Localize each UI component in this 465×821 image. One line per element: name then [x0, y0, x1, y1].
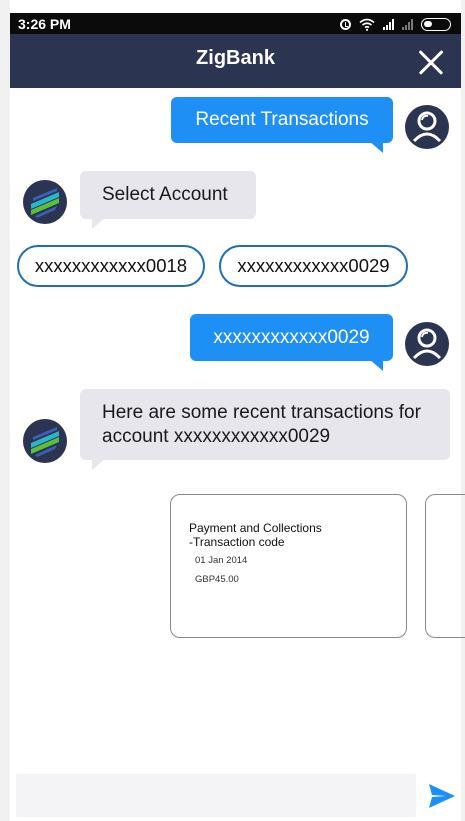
- transaction-category: Payment and Collections: [189, 521, 322, 535]
- battery-icon: [421, 17, 451, 31]
- user-icon: [412, 328, 442, 360]
- left-edge: [0, 0, 10, 821]
- app-header: ZigBank: [10, 34, 461, 88]
- bot-avatar: [23, 419, 67, 463]
- user-message-text: Recent Transactions: [195, 109, 369, 130]
- user-message-text: xxxxxxxxxxxx0029: [213, 326, 370, 348]
- transaction-card[interactable]: Payment and Collections -Transaction cod…: [170, 494, 407, 638]
- user-avatar: [405, 105, 449, 149]
- status-time: 3:26 PM: [18, 16, 71, 32]
- bot-message: Here are some recent transactions for ac…: [80, 389, 450, 470]
- alarm-icon: [340, 18, 351, 30]
- zigbank-logo-icon: [31, 427, 59, 457]
- wifi-icon: [359, 18, 375, 31]
- message-input[interactable]: [16, 774, 416, 817]
- bot-message: Select Account: [80, 171, 256, 229]
- account-option-0018[interactable]: xxxxxxxxxxxx0018: [17, 245, 205, 287]
- user-message: Recent Transactions: [171, 97, 393, 153]
- transaction-date: 01 Jan 2014: [195, 555, 248, 566]
- account-option-label: xxxxxxxxxxxx0029: [237, 255, 390, 276]
- close-icon[interactable]: [417, 48, 445, 76]
- transaction-card-title: Payment and Collections -Transaction cod…: [189, 521, 322, 549]
- user-message: xxxxxxxxxxxx0029: [190, 314, 393, 371]
- user-icon: [412, 111, 442, 143]
- bot-message-text: Here are some recent transactions for ac…: [102, 402, 421, 447]
- user-avatar: [405, 322, 449, 366]
- zigbank-logo-icon: [31, 188, 59, 218]
- bot-message-text: Select Account: [102, 184, 228, 205]
- account-option-label: xxxxxxxxxxxx0018: [34, 255, 188, 276]
- transaction-card-next-partial[interactable]: [425, 494, 465, 638]
- status-icons: [340, 15, 451, 33]
- app-title: ZigBank: [196, 47, 275, 69]
- app-screen: 3:26 PM ZigBank Recent Transactions Sele…: [0, 0, 465, 821]
- transaction-code-label: -Transaction code: [189, 535, 285, 549]
- right-edge: [461, 0, 465, 821]
- status-bar: 3:26 PM: [10, 13, 461, 34]
- bot-avatar: [23, 180, 67, 224]
- signal-icon: [383, 18, 394, 30]
- message-composer: [10, 770, 461, 821]
- transaction-amount: GBP45.00: [195, 574, 239, 585]
- send-icon[interactable]: [428, 783, 456, 809]
- signal-icon-secondary: [402, 18, 413, 30]
- account-option-0029[interactable]: xxxxxxxxxxxx0029: [219, 245, 408, 287]
